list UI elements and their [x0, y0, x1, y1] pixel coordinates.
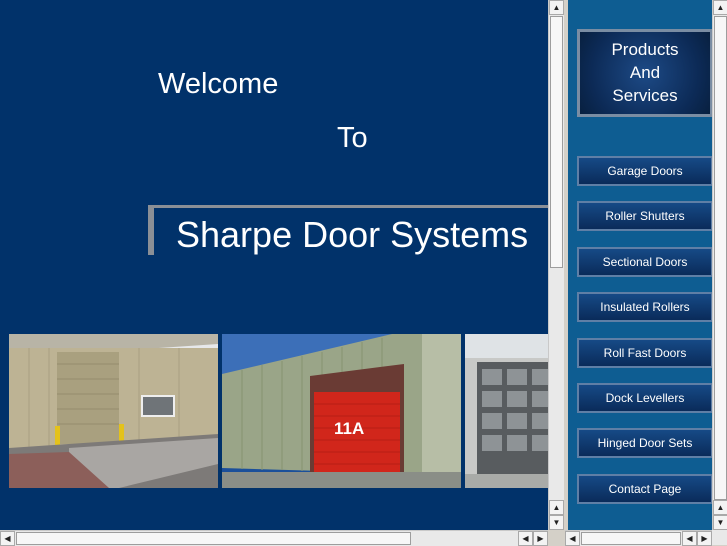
nav-roll-fast-doors-button[interactable]: Roll Fast Doors — [577, 338, 712, 368]
nav-sectional-doors-button[interactable]: Sectional Doors — [577, 247, 712, 277]
main-frame: Welcome To Sharpe Door Systems 11A — [0, 0, 548, 530]
side-vertical-scrollbar[interactable]: ▲ ▲ ▼ — [712, 0, 727, 530]
photo-beige-building — [9, 334, 218, 488]
side-horizontal-scroll-thumb[interactable] — [581, 532, 681, 545]
scroll-up-arrow-icon[interactable]: ▲ — [549, 500, 564, 515]
company-title: Sharpe Door Systems — [176, 214, 529, 255]
photo-glass-door — [465, 334, 548, 488]
to-heading: To — [337, 122, 368, 154]
header-line: And — [629, 63, 661, 82]
main-vertical-scrollbar[interactable]: ▲ ▲ ▼ — [548, 0, 564, 530]
side-navigation-frame: Products And Services Garage Doors Rolle… — [568, 0, 712, 530]
scroll-left-arrow-icon[interactable]: ◀ — [682, 531, 697, 546]
header-line: Products — [611, 40, 679, 59]
scroll-down-arrow-icon[interactable]: ▼ — [713, 515, 727, 530]
door-number-label: 11A — [334, 419, 364, 438]
nav-hinged-door-sets-button[interactable]: Hinged Door Sets — [577, 428, 712, 458]
nav-garage-doors-button[interactable]: Garage Doors — [577, 156, 712, 186]
scroll-left-arrow-icon[interactable]: ◀ — [0, 531, 15, 546]
main-vertical-scroll-thumb[interactable] — [550, 16, 563, 268]
photo-strip: 11A — [9, 334, 548, 488]
scroll-right-arrow-icon[interactable]: ▶ — [697, 531, 712, 546]
side-horizontal-scrollbar[interactable]: ◀ ◀ ▶ — [565, 530, 712, 546]
scroll-down-arrow-icon[interactable]: ▼ — [549, 515, 564, 530]
nav-dock-levellers-button[interactable]: Dock Levellers — [577, 383, 712, 413]
scroll-up-arrow-icon[interactable]: ▲ — [713, 0, 727, 15]
scrollbar-corner — [712, 530, 727, 545]
main-horizontal-scrollbar[interactable]: ◀ ◀ ▶ — [0, 530, 548, 546]
scroll-left-arrow-icon[interactable]: ◀ — [518, 531, 533, 546]
header-line: Services — [612, 86, 678, 105]
products-services-header: Products And Services — [577, 29, 712, 117]
scroll-right-arrow-icon[interactable]: ▶ — [533, 531, 548, 546]
scroll-left-arrow-icon[interactable]: ◀ — [565, 531, 580, 546]
nav-contact-page-button[interactable]: Contact Page — [577, 474, 712, 504]
welcome-heading: Welcome — [158, 68, 279, 100]
nav-insulated-rollers-button[interactable]: Insulated Rollers — [577, 292, 712, 322]
scroll-up-arrow-icon[interactable]: ▲ — [549, 0, 564, 15]
side-vertical-scroll-thumb[interactable] — [714, 16, 727, 500]
photo-red-door-building: 11A — [222, 334, 461, 488]
main-horizontal-scroll-thumb[interactable] — [16, 532, 411, 545]
nav-roller-shutters-button[interactable]: Roller Shutters — [577, 201, 712, 231]
scroll-up-arrow-icon[interactable]: ▲ — [713, 500, 727, 515]
